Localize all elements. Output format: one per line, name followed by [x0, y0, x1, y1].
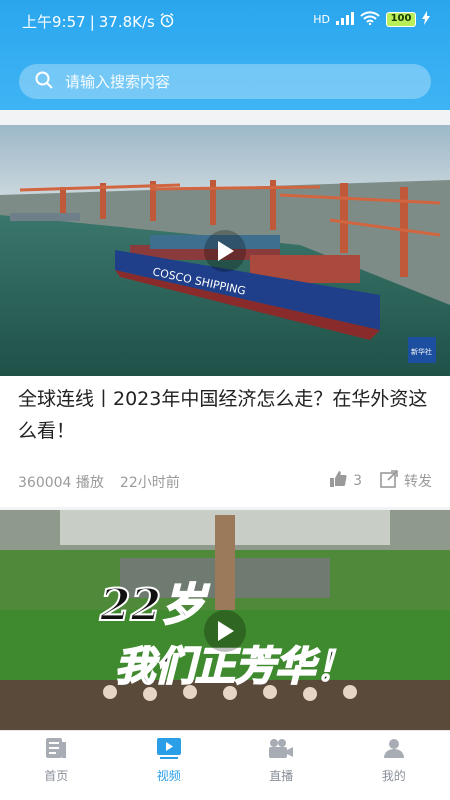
signal-icon	[336, 11, 354, 28]
network-speed: 37.8K/s	[98, 12, 155, 31]
like-count: 3	[353, 473, 362, 489]
play-button[interactable]	[204, 230, 246, 272]
wifi-icon	[360, 11, 380, 28]
header: 上午9:57 | 37.8K/s HD 100 请输入搜索内容	[0, 0, 450, 110]
tab-video[interactable]: 视频	[113, 731, 226, 800]
status-bar: 上午9:57 | 37.8K/s HD 100	[0, 0, 450, 42]
overlay-line-2: 我们正芳华！	[115, 643, 355, 690]
share-button[interactable]: 转发	[380, 470, 432, 492]
thumbs-up-icon	[329, 470, 347, 492]
share-label: 转发	[404, 474, 432, 490]
tab-bar: 首页 视频 直播 我的	[0, 730, 450, 800]
user-icon	[382, 736, 406, 763]
play-count: 360004 播放	[18, 475, 104, 491]
tab-label: 视频	[156, 769, 181, 783]
search-placeholder: 请输入搜索内容	[65, 73, 171, 91]
tab-label: 直播	[269, 769, 294, 783]
search-icon	[35, 71, 53, 93]
tab-label: 我的	[381, 769, 406, 783]
tab-live[interactable]: 直播	[225, 731, 338, 800]
overlay-line-1: 22岁	[99, 580, 210, 631]
video-thumbnail[interactable]: 22岁 我们正芳华！	[0, 510, 450, 730]
video-feed[interactable]: COSCO SHIPPING 新华社 全球连线丨2023年中国经济怎么走？在华外…	[0, 110, 450, 730]
camera-icon	[267, 736, 295, 763]
share-icon	[380, 470, 398, 492]
video-card[interactable]: COSCO SHIPPING 新华社 全球连线丨2023年中国经济怎么走？在华外…	[0, 125, 450, 507]
tab-home[interactable]: 首页	[0, 731, 113, 800]
hd-label: HD	[313, 13, 330, 26]
status-time: 上午9:57	[22, 13, 86, 31]
video-icon	[156, 736, 182, 763]
like-button[interactable]: 3	[329, 470, 362, 492]
publish-time: 22小时前	[119, 475, 180, 491]
battery-indicator: 100	[386, 12, 416, 27]
news-icon	[44, 736, 68, 763]
tab-label: 首页	[44, 769, 69, 783]
video-thumbnail[interactable]: COSCO SHIPPING 新华社	[0, 125, 450, 376]
video-actions: 3 转发	[329, 470, 432, 492]
video-title[interactable]: 全球连线丨2023年中国经济怎么走？在华外资这么看！	[18, 383, 430, 447]
tab-profile[interactable]: 我的	[338, 731, 450, 800]
search-bar[interactable]: 请输入搜索内容	[19, 64, 431, 99]
alarm-icon	[159, 12, 175, 32]
video-meta: 360004 播放 22小时前	[18, 472, 180, 492]
play-button[interactable]	[204, 610, 246, 652]
video-card[interactable]: 22岁 我们正芳华！	[0, 510, 450, 730]
charging-icon	[422, 11, 430, 28]
watermark: 新华社	[411, 347, 432, 356]
